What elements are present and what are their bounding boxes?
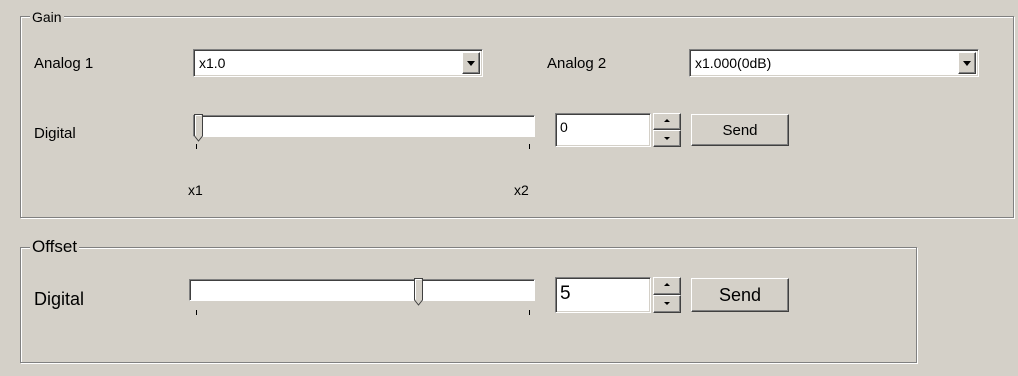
analog2-combo-value: x1.000(0dB) [695,55,772,71]
arrow-up-icon [664,283,670,286]
offset-digital-spin-value: 5 [560,283,571,304]
analog2-combo[interactable]: x1.000(0dB) [689,49,979,77]
analog1-label: Analog 1 [34,55,94,72]
gain-group-title: Gain [30,9,64,25]
gain-digital-spin-input[interactable]: 0 [555,113,651,147]
analog1-combo-dropdown-button[interactable] [462,52,480,74]
analog1-combo[interactable]: x1.0 [193,49,483,77]
arrow-up-icon [664,119,670,122]
gain-digital-spin-value: 0 [560,119,568,135]
chevron-down-icon [963,61,971,66]
gain-digital-slider-thumb[interactable] [194,114,203,142]
offset-send-button-label: Send [718,285,762,305]
offset-digital-slider-thumb[interactable] [414,278,423,306]
arrow-down-icon [664,302,670,305]
gain-slider-tick-min [196,144,197,149]
gain-spin-down-button[interactable] [653,130,681,147]
arrow-down-icon [664,137,670,140]
gain-send-button-label: Send [722,121,758,139]
gain-slider-min-label: x1 [188,182,203,198]
analog1-combo-value: x1.0 [199,55,226,71]
gain-digital-slider-track[interactable] [193,114,535,142]
offset-spin-up-button[interactable] [653,277,681,295]
gain-digital-label: Digital [34,125,76,142]
offset-group-title: Offset [30,237,80,256]
offset-slider-tick-max [529,310,530,315]
gain-send-button[interactable]: Send [691,114,789,146]
offset-spin-down-button[interactable] [653,295,681,313]
offset-digital-spin-input[interactable]: 5 [555,277,651,313]
chevron-down-icon [467,61,475,66]
offset-slider-tick-min [196,310,197,315]
gain-slider-tick-max [529,144,530,149]
analog2-label: Analog 2 [547,55,607,72]
analog2-combo-dropdown-button[interactable] [958,52,976,74]
gain-spin-up-button[interactable] [653,113,681,130]
gain-slider-max-label: x2 [514,182,529,198]
offset-digital-slider-track[interactable] [189,278,535,306]
offset-digital-label: Digital [34,289,85,309]
offset-send-button[interactable]: Send [691,278,789,312]
